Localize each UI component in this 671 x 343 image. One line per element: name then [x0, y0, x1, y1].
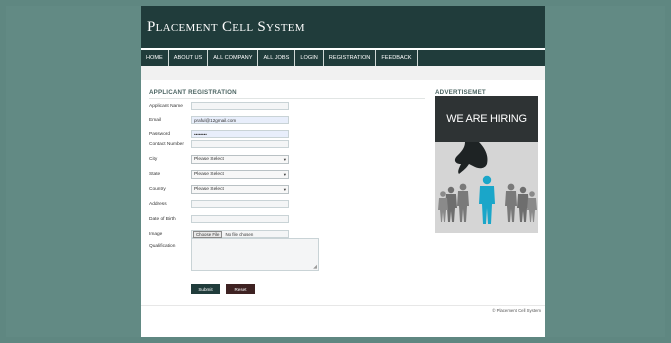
- nav-feedback[interactable]: FEEDBACK: [376, 50, 418, 66]
- nav-home[interactable]: HOME: [141, 50, 169, 66]
- label-qualification: Qualification: [149, 244, 176, 249]
- hiring-advert: WE ARE HIRING: [435, 96, 538, 233]
- file-status: No file chosen: [225, 231, 254, 237]
- row-city: City Please Select ▾: [149, 155, 289, 164]
- main-nav: HOME ABOUT US ALL COMPANY ALL JOBS LOGIN…: [141, 50, 545, 66]
- row-qualification: Qualification: [149, 244, 191, 249]
- contact-number-input[interactable]: [191, 140, 289, 148]
- choose-file-button[interactable]: Choose File: [193, 230, 223, 238]
- nav-login[interactable]: LOGIN: [295, 50, 324, 66]
- row-contact-number: Contact Number: [149, 140, 289, 148]
- footer-divider: [141, 305, 545, 306]
- advert-banner-text: WE ARE HIRING: [446, 113, 527, 125]
- reset-button[interactable]: Reset: [226, 284, 255, 294]
- nav-all-company[interactable]: ALL COMPANY: [208, 50, 259, 66]
- country-select[interactable]: Please Select ▾: [191, 185, 289, 194]
- nav-about-us[interactable]: ABOUT US: [169, 50, 209, 66]
- site-header: Placement Cell System: [141, 6, 545, 48]
- main-content: APPLICANT REGISTRATION Applicant Name Em…: [141, 80, 545, 318]
- label-city: City: [149, 157, 158, 162]
- site-title: Placement Cell System: [147, 18, 305, 35]
- nav-registration[interactable]: REGISTRATION: [324, 50, 377, 66]
- banner-band: [141, 66, 545, 80]
- resize-handle-icon[interactable]: ◢: [313, 264, 317, 270]
- nav-all-jobs[interactable]: ALL JOBS: [258, 50, 296, 66]
- state-select[interactable]: Please Select ▾: [191, 170, 289, 179]
- registration-rule: [149, 98, 425, 99]
- address-input[interactable]: [191, 200, 289, 208]
- registration-title: APPLICANT REGISTRATION: [149, 89, 237, 96]
- label-state: State: [149, 172, 161, 177]
- chevron-down-icon: ▾: [283, 186, 286, 192]
- row-state: State Please Select ▾: [149, 170, 289, 179]
- chevron-down-icon: ▾: [283, 171, 286, 177]
- advert-banner: WE ARE HIRING: [435, 96, 538, 142]
- row-email: Email praful@12gmail.com: [149, 116, 289, 124]
- qualification-textarea[interactable]: ◢: [191, 238, 319, 271]
- email-input[interactable]: praful@12gmail.com: [191, 116, 289, 124]
- submit-button[interactable]: Submit: [191, 284, 220, 294]
- label-password: Password: [149, 131, 171, 137]
- city-select-value: Please Select: [194, 157, 224, 162]
- row-address: Address: [149, 200, 289, 208]
- footer-copyright: © Placement Cell System: [492, 308, 541, 313]
- label-image: Image: [149, 231, 163, 237]
- label-email: Email: [149, 117, 161, 123]
- row-country: Country Please Select ▾: [149, 185, 289, 194]
- chevron-down-icon: ▾: [283, 156, 286, 162]
- date-of-birth-input[interactable]: [191, 215, 289, 223]
- label-applicant-name: Applicant Name: [149, 103, 183, 109]
- row-image: Image Choose File No file chosen: [149, 230, 289, 238]
- label-address: Address: [149, 201, 167, 207]
- row-applicant-name: Applicant Name: [149, 102, 289, 110]
- page-container: Placement Cell System HOME ABOUT US ALL …: [141, 6, 545, 337]
- row-date-of-birth: Date of Birth: [149, 215, 289, 223]
- city-select[interactable]: Please Select ▾: [191, 155, 289, 164]
- hiring-people-icon: [438, 142, 537, 224]
- advert-title: ADVERTISEMET: [435, 89, 486, 96]
- image-file-input[interactable]: Choose File No file chosen: [191, 230, 289, 238]
- state-select-value: Please Select: [194, 172, 224, 177]
- label-country: Country: [149, 187, 166, 192]
- label-date-of-birth: Date of Birth: [149, 216, 176, 222]
- password-input[interactable]: ••••••••: [191, 130, 289, 138]
- row-password: Password ••••••••: [149, 130, 289, 138]
- label-contact-number: Contact Number: [149, 141, 184, 147]
- applicant-name-input[interactable]: [191, 102, 289, 110]
- country-select-value: Please Select: [194, 187, 224, 192]
